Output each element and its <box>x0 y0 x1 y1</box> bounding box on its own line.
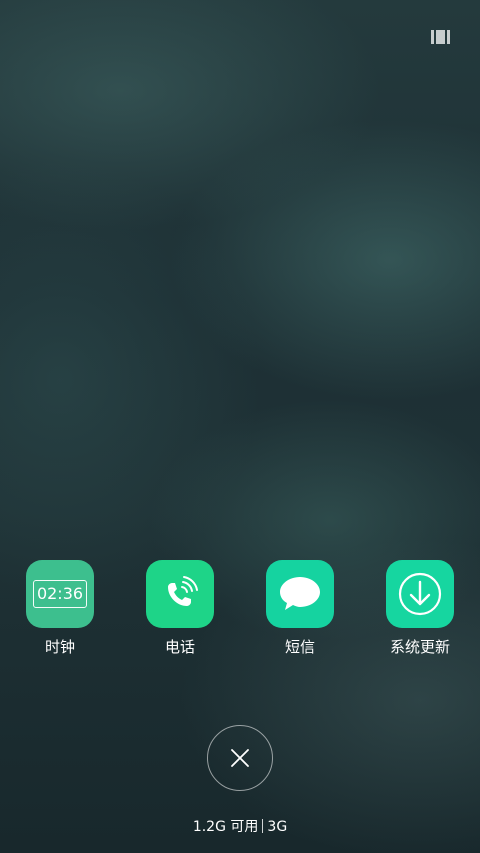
recent-app-clock[interactable]: 02:36 时钟 <box>10 560 110 657</box>
message-bubble-icon[interactable] <box>266 560 334 628</box>
close-all-button[interactable] <box>207 725 273 791</box>
memory-status: 1.2G 可用 3G <box>0 816 480 836</box>
phone-glyph <box>168 576 198 606</box>
layout-toggle-bar <box>436 30 445 44</box>
clock-icon[interactable]: 02:36 <box>26 560 94 628</box>
recent-app-system-update[interactable]: 系统更新 <box>370 560 470 657</box>
message-glyph <box>280 577 320 610</box>
download-arrow-icon[interactable] <box>386 560 454 628</box>
layout-toggle-bar <box>447 30 450 44</box>
app-label-system-update: 系统更新 <box>389 638 450 656</box>
recent-app-messages[interactable]: 短信 <box>250 560 350 657</box>
memory-total: 3G <box>267 819 288 835</box>
layout-toggle-icon[interactable] <box>431 30 450 44</box>
app-label-messages: 短信 <box>284 638 315 656</box>
app-label-clock: 时钟 <box>44 638 75 656</box>
download-glyph <box>398 572 442 616</box>
recent-apps-row: 02:36 时钟 电话 短信 系统更新 <box>0 560 480 660</box>
layout-toggle-bar <box>431 30 434 44</box>
clock-time: 02:36 <box>32 580 88 608</box>
memory-available: 1.2G 可用 <box>192 819 259 835</box>
recent-app-phone[interactable]: 电话 <box>130 560 230 657</box>
phone-icon[interactable] <box>146 560 214 628</box>
app-label-phone: 电话 <box>164 638 195 656</box>
memory-divider <box>262 819 264 833</box>
close-icon <box>231 749 249 767</box>
